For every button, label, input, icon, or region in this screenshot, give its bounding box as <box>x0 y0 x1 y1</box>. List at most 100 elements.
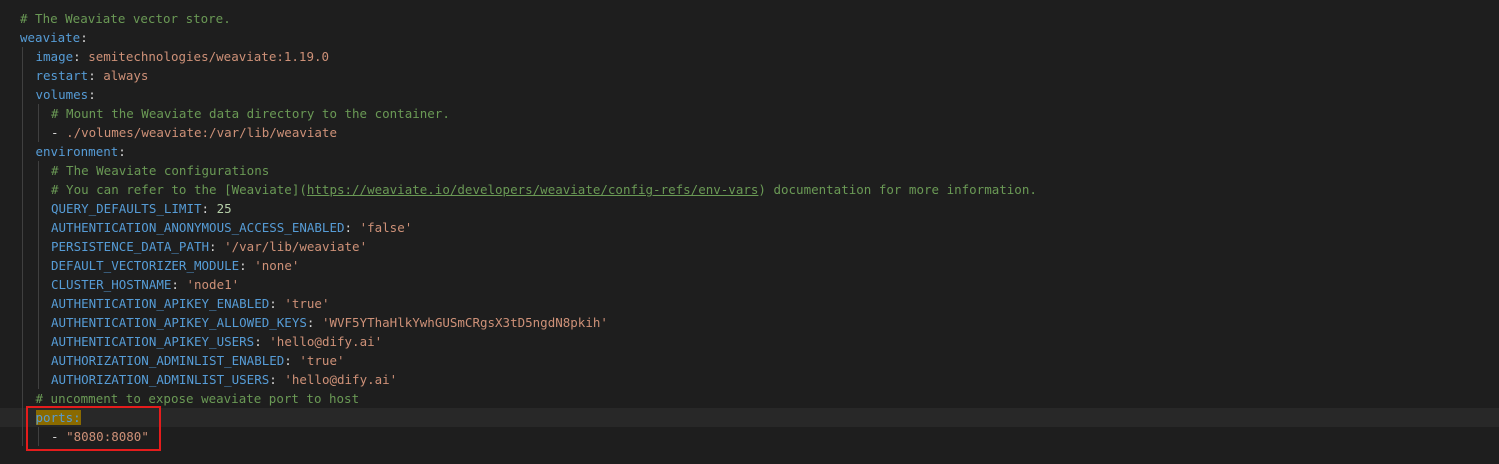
code-line[interactable]: volumes: <box>0 85 1499 104</box>
yaml-separator: : <box>254 334 270 349</box>
yaml-separator: : <box>209 239 225 254</box>
code-line[interactable]: AUTHENTICATION_ANONYMOUS_ACCESS_ENABLED:… <box>0 218 1499 237</box>
code-comment: # uncomment to expose weaviate port to h… <box>35 391 360 406</box>
yaml-value: 'none' <box>254 258 300 273</box>
indent-guide <box>37 161 39 180</box>
code-line[interactable]: # The Weaviate vector store. <box>0 9 1499 28</box>
yaml-key: AUTHENTICATION_APIKEY_ENABLED <box>51 296 270 311</box>
code-comment: # The Weaviate vector store. <box>20 11 231 26</box>
indent-guide <box>22 199 23 218</box>
indent-guide <box>37 123 39 142</box>
list-dash: - <box>51 429 67 444</box>
code-line[interactable]: AUTHENTICATION_APIKEY_ALLOWED_KEYS: 'WVF… <box>0 313 1499 332</box>
yaml-key: environment <box>35 144 119 159</box>
yaml-value: 'true' <box>299 353 345 368</box>
yaml-value: semitechnologies/weaviate:1.19.0 <box>88 49 330 64</box>
indent-guide <box>22 408 23 427</box>
indent-guide <box>22 351 23 370</box>
indent-guide <box>22 180 23 199</box>
indent-guide <box>37 370 39 389</box>
yaml-key: restart <box>35 68 89 83</box>
yaml-value: 'false' <box>359 220 413 235</box>
indent-guide <box>22 123 23 142</box>
indent-guide <box>22 66 23 85</box>
indent-guide <box>37 332 39 351</box>
code-line[interactable]: # uncomment to expose weaviate port to h… <box>0 389 1499 408</box>
yaml-value: ./volumes/weaviate:/var/lib/weaviate <box>66 125 337 140</box>
yaml-key: weaviate <box>20 30 81 45</box>
code-line[interactable]: restart: always <box>0 66 1499 85</box>
yaml-value: "8080:8080" <box>66 429 149 444</box>
indent-guide <box>22 427 23 446</box>
yaml-value: 'hello@dify.ai' <box>269 334 383 349</box>
code-line[interactable]: - "8080:8080" <box>0 427 1499 446</box>
indent-guide <box>22 294 23 313</box>
list-dash: - <box>51 125 67 140</box>
indent-guide <box>22 332 23 351</box>
code-line[interactable]: ports: <box>0 408 1499 427</box>
yaml-key: AUTHORIZATION_ADMINLIST_ENABLED <box>51 353 285 368</box>
code-line[interactable]: DEFAULT_VECTORIZER_MODULE: 'none' <box>0 256 1499 275</box>
indent-guide <box>22 142 23 161</box>
yaml-separator: : <box>306 315 322 330</box>
yaml-value: 'WVF5YThaHlkYwhGUSmCRgsX3tD5ngdN8pkih' <box>321 315 608 330</box>
code-comment: # The Weaviate configurations <box>51 163 270 178</box>
indent-guide <box>37 313 39 332</box>
code-line[interactable]: # You can refer to the [Weaviate](https:… <box>0 180 1499 199</box>
yaml-value: 'node1' <box>186 277 240 292</box>
yaml-separator: : <box>73 410 81 425</box>
yaml-separator: : <box>80 30 88 45</box>
comment-link[interactable]: https://weaviate.io/developers/weaviate/… <box>307 182 759 197</box>
code-comment-tail: ) documentation for more information. <box>758 182 1037 197</box>
code-line[interactable]: CLUSTER_HOSTNAME: 'node1' <box>0 275 1499 294</box>
indent-guide <box>37 104 39 123</box>
code-line[interactable]: # Mount the Weaviate data directory to t… <box>0 104 1499 123</box>
indent-guide <box>37 199 39 218</box>
code-comment: # Mount the Weaviate data directory to t… <box>51 106 450 121</box>
indent-guide <box>22 218 23 237</box>
code-line[interactable]: AUTHORIZATION_ADMINLIST_USERS: 'hello@di… <box>0 370 1499 389</box>
yaml-key: AUTHENTICATION_APIKEY_ALLOWED_KEYS <box>51 315 307 330</box>
indent-guide <box>22 104 23 123</box>
code-editor[interactable]: # The Weaviate vector store. weaviate: ima… <box>0 0 1499 464</box>
code-line[interactable]: QUERY_DEFAULTS_LIMIT: 25 <box>0 199 1499 218</box>
yaml-key: AUTHENTICATION_ANONYMOUS_ACCESS_ENABLED <box>51 220 345 235</box>
yaml-value: 'hello@dify.ai' <box>284 372 398 387</box>
code-line[interactable]: AUTHENTICATION_APIKEY_ENABLED: 'true' <box>0 294 1499 313</box>
code-line[interactable]: AUTHENTICATION_APIKEY_USERS: 'hello@dify… <box>0 332 1499 351</box>
indent-guide <box>37 351 39 370</box>
code-line[interactable]: environment: <box>0 142 1499 161</box>
indent-guide <box>37 275 39 294</box>
indent-guide <box>37 237 39 256</box>
yaml-value: '/var/lib/weaviate' <box>224 239 368 254</box>
code-comment: # You can refer to the [Weaviate]( <box>51 182 307 197</box>
code-line[interactable]: weaviate: <box>0 28 1499 47</box>
code-line[interactable]: # The Weaviate configurations <box>0 161 1499 180</box>
yaml-separator: : <box>269 372 285 387</box>
indent-guide <box>22 389 23 408</box>
yaml-key: QUERY_DEFAULTS_LIMIT <box>51 201 202 216</box>
code-line[interactable]: PERSISTENCE_DATA_PATH: '/var/lib/weaviat… <box>0 237 1499 256</box>
yaml-separator: : <box>118 144 126 159</box>
yaml-key: image <box>35 49 74 64</box>
indent-guide <box>22 161 23 180</box>
code-line[interactable]: image: semitechnologies/weaviate:1.19.0 <box>0 47 1499 66</box>
yaml-value: 'true' <box>284 296 330 311</box>
indent-guide <box>22 85 23 104</box>
indent-guide <box>22 275 23 294</box>
code-lines[interactable]: # The Weaviate vector store. weaviate: ima… <box>0 9 1499 446</box>
yaml-separator: : <box>73 49 89 64</box>
yaml-separator: : <box>284 353 300 368</box>
yaml-key: CLUSTER_HOSTNAME <box>51 277 172 292</box>
indent-guide <box>22 313 23 332</box>
yaml-key: volumes <box>35 87 89 102</box>
code-line[interactable]: AUTHORIZATION_ADMINLIST_ENABLED: 'true' <box>0 351 1499 370</box>
yaml-separator: : <box>201 201 217 216</box>
indent-guide <box>37 294 39 313</box>
yaml-key: AUTHORIZATION_ADMINLIST_USERS <box>51 372 270 387</box>
indent-guide <box>22 256 23 275</box>
yaml-separator: : <box>269 296 285 311</box>
yaml-separator: : <box>239 258 255 273</box>
code-line[interactable]: - ./volumes/weaviate:/var/lib/weaviate <box>0 123 1499 142</box>
indent-guide <box>37 427 39 446</box>
